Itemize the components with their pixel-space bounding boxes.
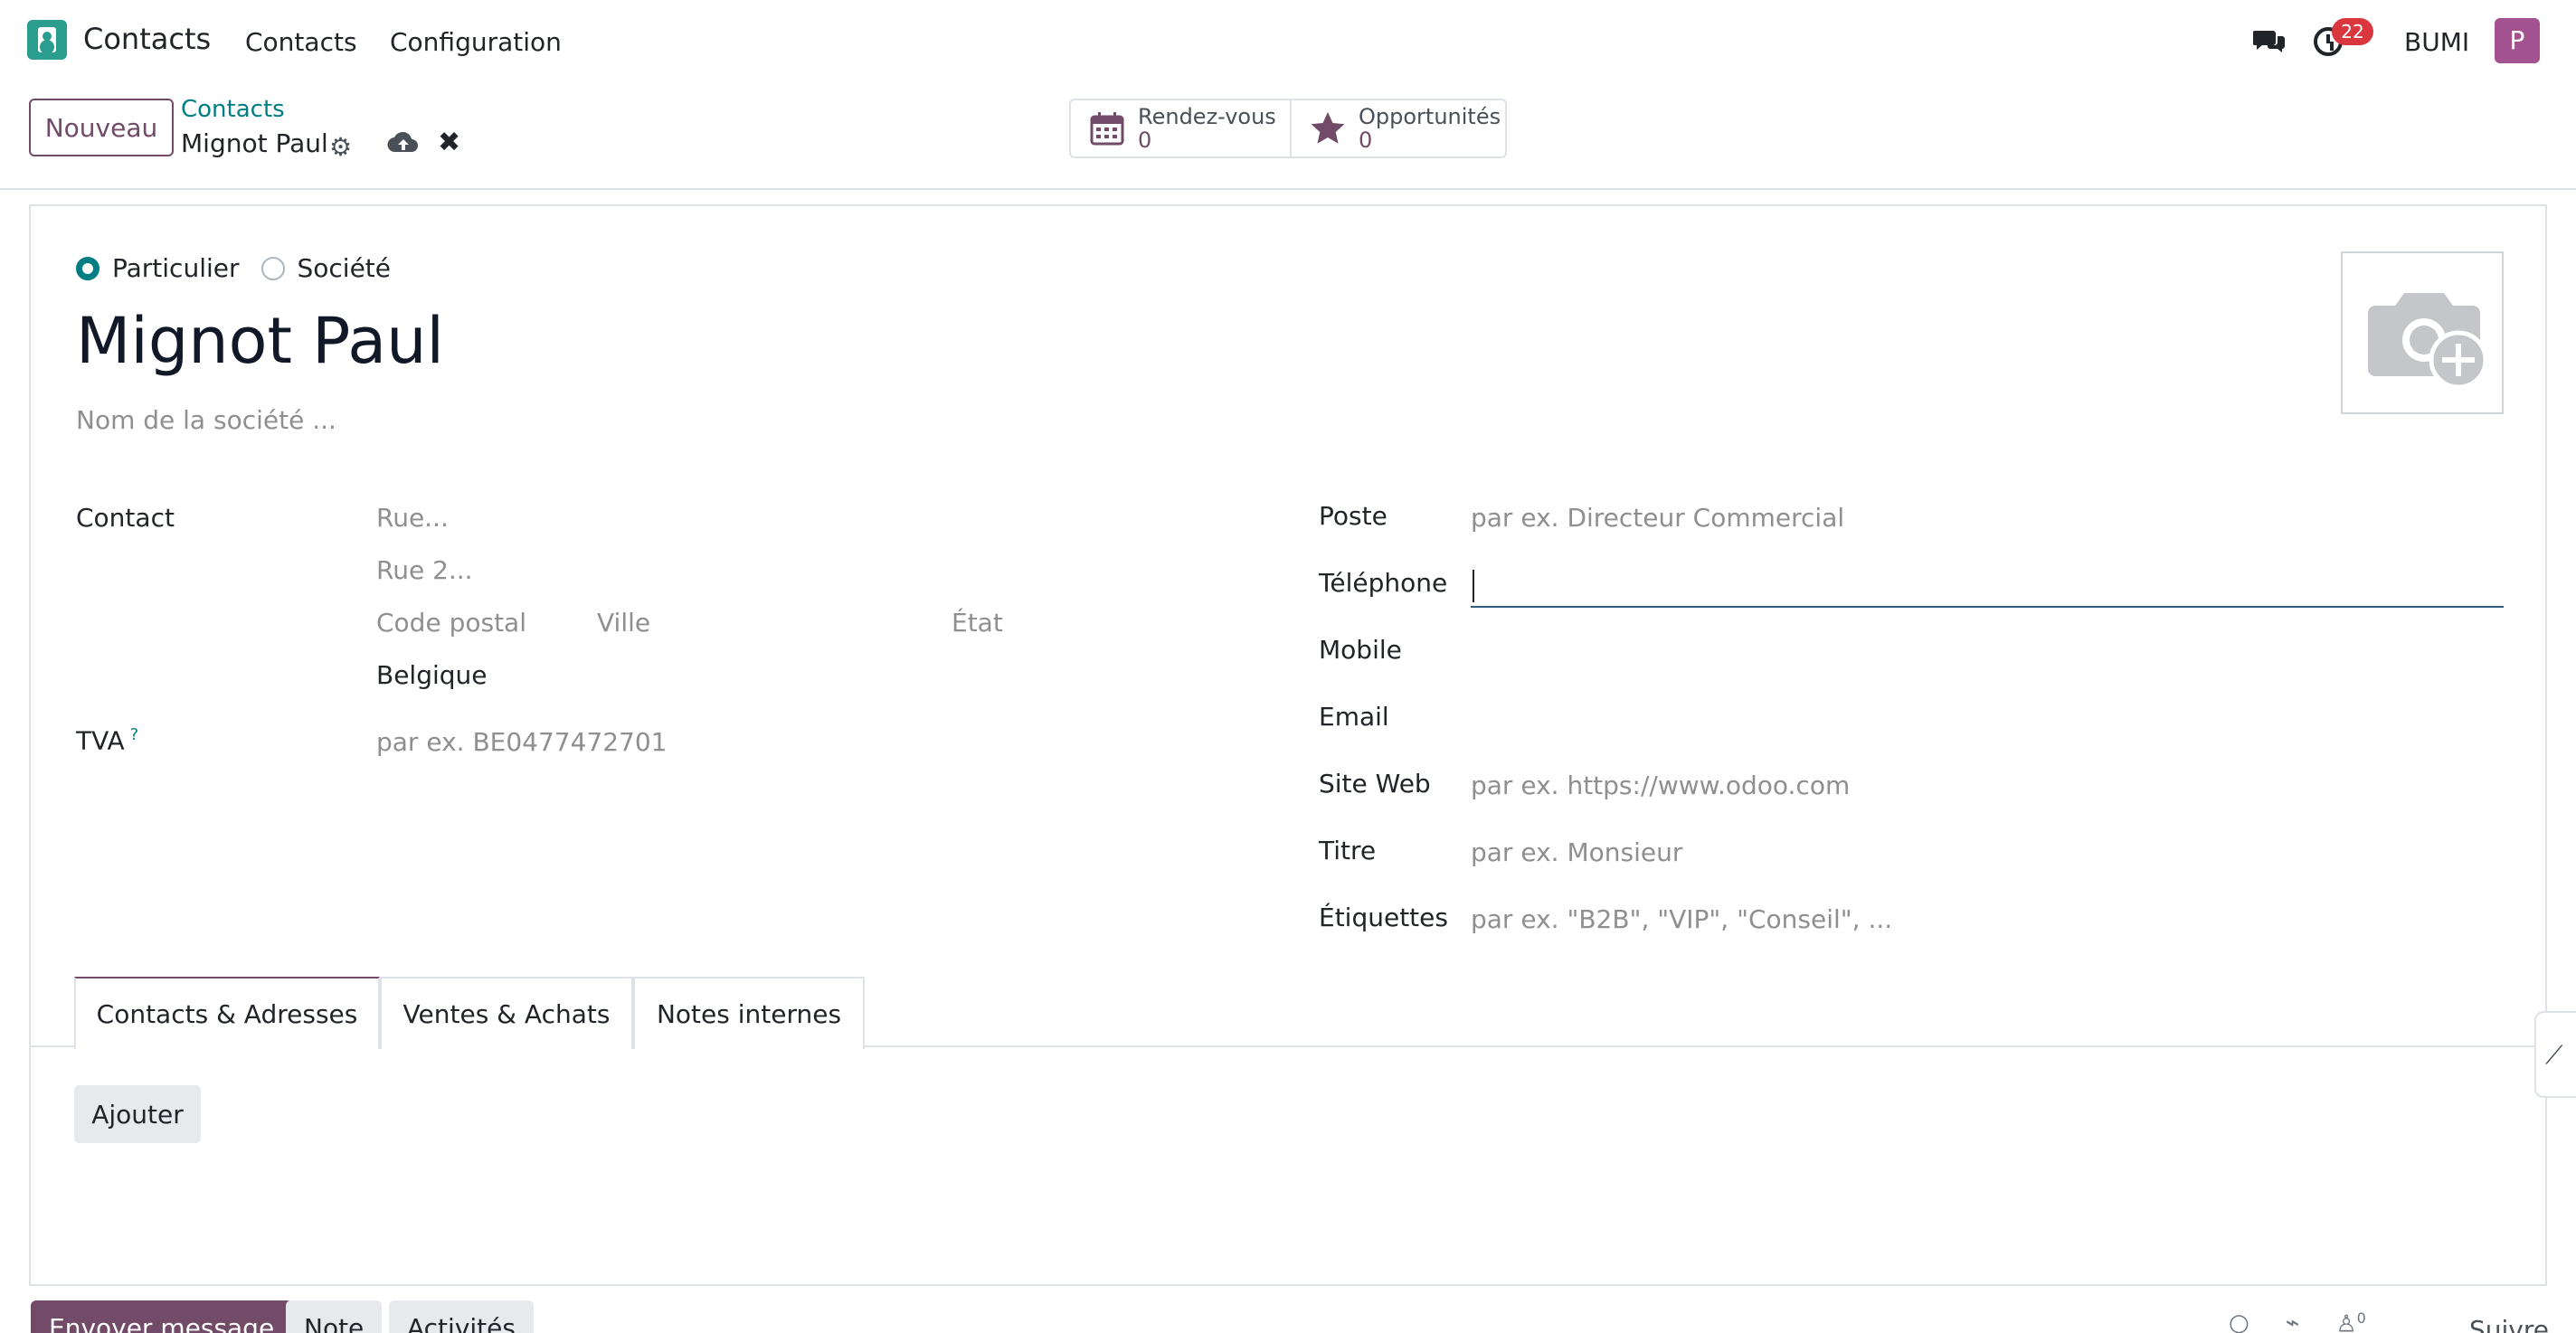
contacts-app-icon[interactable]: [27, 20, 67, 60]
breadcrumb-contacts[interactable]: Contacts: [181, 96, 285, 123]
title-label: Titre: [1319, 836, 1377, 865]
opportunities-count: 0: [1359, 128, 1373, 153]
vat-field[interactable]: par ex. BE0477472701: [376, 727, 668, 757]
opportunities-label: Opportunités: [1359, 104, 1501, 129]
company-switcher[interactable]: BUMI: [2404, 27, 2469, 57]
chatter-toolbar: ○ ⌁ ♙0: [2229, 1309, 2366, 1333]
followers-icon[interactable]: ♙0: [2335, 1309, 2366, 1333]
job-label: Poste: [1319, 501, 1387, 531]
tab-contacts-addresses[interactable]: Contacts & Adresses: [74, 977, 380, 1049]
camera-plus-icon: [2368, 293, 2488, 390]
gear-icon[interactable]: ⚙: [329, 132, 352, 162]
country-field[interactable]: Belgique: [376, 660, 488, 690]
vat-label-text: TVA: [76, 725, 125, 756]
chatter-toggle-handle[interactable]: ⟋: [2534, 1011, 2576, 1098]
job-field[interactable]: par ex. Directeur Commercial: [1471, 503, 1844, 533]
add-contact-button[interactable]: Ajouter: [74, 1085, 201, 1143]
phone-field[interactable]: [1471, 568, 2504, 608]
radio-individual-label[interactable]: Particulier: [112, 253, 240, 283]
tags-field[interactable]: par ex. "B2B", "VIP", "Conseil", ...: [1471, 904, 1892, 934]
search-icon[interactable]: ○: [2229, 1309, 2249, 1333]
follower-count: 0: [2356, 1309, 2366, 1327]
title-field[interactable]: par ex. Monsieur: [1471, 837, 1682, 867]
tab-internal-notes[interactable]: Notes internes: [633, 977, 865, 1049]
follow-button[interactable]: Suivre: [2469, 1315, 2549, 1333]
send-message-button[interactable]: Envoyer message: [31, 1300, 293, 1333]
calendar-icon: [1090, 112, 1124, 146]
vat-label: TVA?: [76, 725, 138, 755]
chat-icon[interactable]: [2253, 27, 2286, 54]
smart-button-opportunities[interactable]: Opportunités 0: [1292, 100, 1505, 156]
website-label: Site Web: [1319, 769, 1431, 799]
star-icon: [1311, 112, 1345, 144]
avatar-upload[interactable]: [2341, 251, 2504, 414]
app-name[interactable]: Contacts: [83, 22, 211, 56]
log-note-button[interactable]: Note: [286, 1300, 383, 1333]
tab-sales-purchases[interactable]: Ventes & Achats: [380, 977, 633, 1049]
street2-field[interactable]: Rue 2...: [376, 555, 473, 585]
company-name-field[interactable]: Nom de la société ...: [76, 405, 336, 435]
notebook-tabs: Contacts & Adresses Ventes & Achats Note…: [31, 977, 2545, 1049]
paperclip-icon[interactable]: ⌁: [2286, 1309, 2300, 1333]
phone-label: Téléphone: [1319, 568, 1448, 598]
radio-company[interactable]: [260, 256, 285, 280]
user-avatar[interactable]: P: [2495, 18, 2540, 63]
menu-contacts[interactable]: Contacts: [245, 27, 357, 57]
smart-buttons: Rendez-vous 0 Opportunités 0: [1069, 99, 1507, 158]
meetings-count: 0: [1138, 128, 1152, 153]
radio-individual[interactable]: [76, 256, 99, 280]
partner-name-field[interactable]: Mignot Paul: [76, 304, 444, 378]
new-button[interactable]: Nouveau: [29, 99, 174, 156]
activities-button[interactable]: Activités: [389, 1300, 534, 1333]
company-type-selector: Particulier Société: [76, 253, 412, 283]
breadcrumb-current: Mignot Paul: [181, 128, 328, 158]
website-field[interactable]: par ex. https://www.odoo.com: [1471, 770, 1850, 800]
menu-configuration[interactable]: Configuration: [390, 27, 562, 57]
cloud-upload-icon[interactable]: [387, 128, 420, 156]
state-field[interactable]: État: [952, 608, 1003, 638]
notification-badge: 22: [2332, 18, 2373, 45]
email-label: Email: [1319, 702, 1389, 732]
zip-field[interactable]: Code postal: [376, 608, 526, 638]
vat-help-tooltip[interactable]: ?: [130, 725, 139, 744]
radio-company-label[interactable]: Société: [298, 253, 392, 283]
contact-label: Contact: [76, 503, 175, 533]
smart-button-meetings[interactable]: Rendez-vous 0: [1071, 100, 1292, 156]
mobile-label: Mobile: [1319, 635, 1402, 665]
top-navbar: Contacts Contacts Configuration 22 BUMI …: [0, 0, 2576, 83]
form-sheet: Particulier Société Mignot Paul Nom de l…: [29, 204, 2547, 1286]
discard-icon[interactable]: ✖: [438, 127, 460, 158]
street-field[interactable]: Rue...: [376, 503, 449, 533]
control-panel: Nouveau Contacts Mignot Paul ⚙ ✖ Rendez-…: [0, 83, 2576, 190]
meetings-label: Rendez-vous: [1138, 104, 1276, 129]
resize-icon: ⟋: [2545, 1040, 2563, 1070]
tags-label: Étiquettes: [1319, 903, 1448, 932]
city-field[interactable]: Ville: [597, 608, 650, 638]
